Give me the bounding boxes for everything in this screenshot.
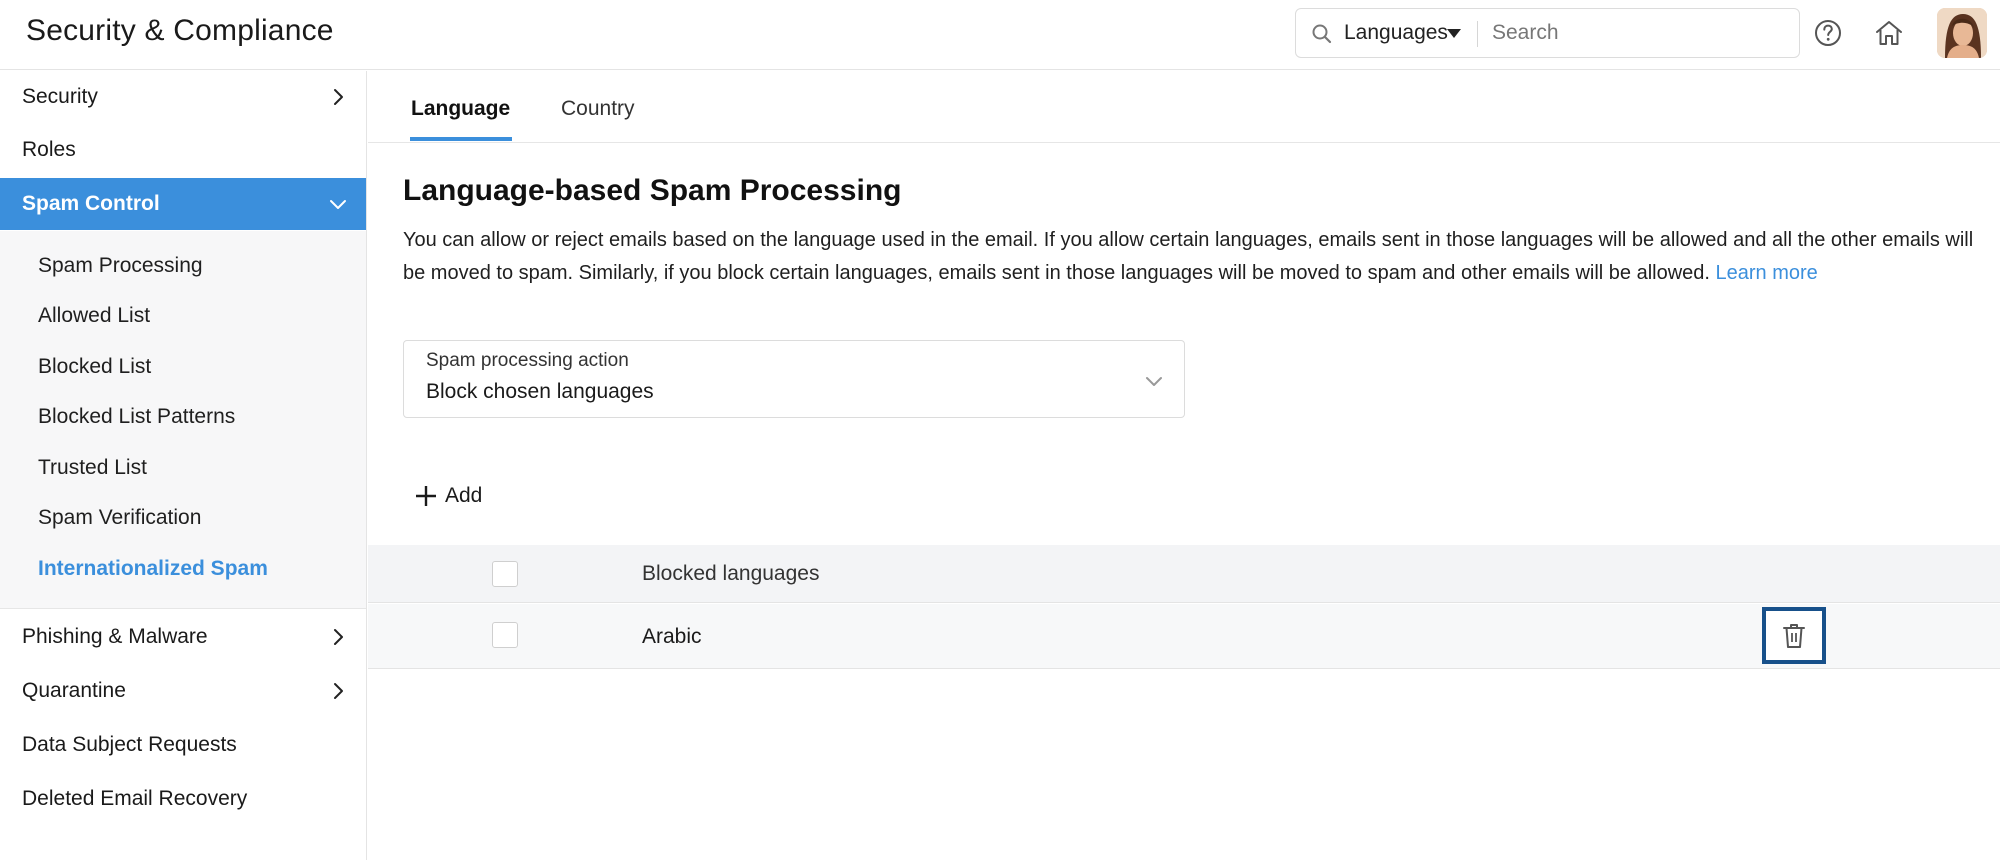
top-header: Security & Compliance Languages — [0, 0, 2000, 70]
sidebar-item-quarantine[interactable]: Quarantine — [0, 665, 366, 717]
help-icon[interactable] — [1811, 16, 1845, 50]
table-row: Arabic — [368, 604, 2000, 669]
sidebar-item-label: Deleted Email Recovery — [22, 787, 248, 810]
chevron-down-icon — [330, 200, 346, 209]
active-tab-indicator — [410, 137, 512, 141]
table-header: Blocked languages — [368, 545, 2000, 603]
page-description: You can allow or reject emails based on … — [403, 224, 1983, 290]
page-title: Language-based Spam Processing — [403, 174, 902, 207]
sidebar-item-label: Quarantine — [22, 679, 126, 702]
home-icon[interactable] — [1872, 16, 1906, 50]
tab-country[interactable]: Country — [561, 97, 635, 121]
submenu-item-spam-processing[interactable]: Spam Processing — [38, 254, 203, 278]
sidebar-item-deleted-email-recovery[interactable]: Deleted Email Recovery — [0, 773, 366, 825]
chevron-right-icon — [334, 89, 343, 105]
sidebar-item-label: Roles — [22, 138, 76, 161]
column-header-blocked-languages: Blocked languages — [642, 562, 820, 585]
search-input[interactable] — [1492, 17, 1787, 49]
submenu-item-allowed-list[interactable]: Allowed List — [38, 304, 150, 328]
sidebar-item-phishing-malware[interactable]: Phishing & Malware — [0, 611, 366, 663]
sidebar-item-label: Security — [22, 85, 98, 108]
sidebar-item-security[interactable]: Security — [0, 71, 366, 123]
submenu-item-internationalized-spam[interactable]: Internationalized Spam — [38, 557, 268, 581]
sidebar-item-label: Data Subject Requests — [22, 733, 237, 756]
chevron-right-icon — [334, 629, 343, 645]
chevron-down-icon — [1146, 377, 1162, 386]
sidebar-item-label: Spam Control — [22, 192, 160, 215]
submenu-item-spam-verification[interactable]: Spam Verification — [38, 506, 201, 530]
search-bar[interactable]: Languages — [1295, 8, 1800, 58]
submenu-item-trusted-list[interactable]: Trusted List — [38, 456, 147, 480]
delete-button[interactable] — [1762, 607, 1826, 664]
avatar[interactable] — [1937, 8, 1987, 58]
search-divider — [1477, 21, 1478, 47]
app-title: Security & Compliance — [26, 14, 334, 47]
row-checkbox[interactable] — [492, 622, 518, 648]
submenu-item-blocked-list-patterns[interactable]: Blocked List Patterns — [38, 405, 235, 429]
sidebar: Security Roles Spam Control Spam Process… — [0, 71, 367, 860]
add-button-label: Add — [445, 484, 483, 507]
spam-processing-action-select[interactable]: Spam processing action Block chosen lang… — [403, 340, 1185, 418]
tab-bar: Language Country — [368, 71, 2000, 143]
search-icon — [1312, 24, 1332, 44]
sidebar-item-label: Phishing & Malware — [22, 625, 208, 648]
select-label: Spam processing action — [426, 350, 629, 371]
learn-more-link[interactable]: Learn more — [1716, 262, 1818, 284]
sidebar-item-spam-control[interactable]: Spam Control — [0, 178, 366, 230]
language-cell: Arabic — [642, 625, 702, 648]
spam-control-submenu: Spam Processing Allowed List Blocked Lis… — [0, 231, 366, 609]
plus-icon — [416, 486, 436, 506]
submenu-item-blocked-list[interactable]: Blocked List — [38, 355, 151, 379]
select-all-checkbox[interactable] — [492, 561, 518, 587]
select-value: Block chosen languages — [426, 380, 654, 403]
chevron-right-icon — [334, 683, 343, 699]
tab-language[interactable]: Language — [411, 97, 510, 121]
caret-down-icon[interactable] — [1447, 29, 1461, 38]
sidebar-item-roles[interactable]: Roles — [0, 124, 366, 176]
avatar-image — [1937, 8, 1987, 58]
trash-icon — [1783, 624, 1805, 648]
sidebar-item-data-subject-requests[interactable]: Data Subject Requests — [0, 719, 366, 771]
search-scope-dropdown[interactable]: Languages — [1344, 21, 1448, 45]
